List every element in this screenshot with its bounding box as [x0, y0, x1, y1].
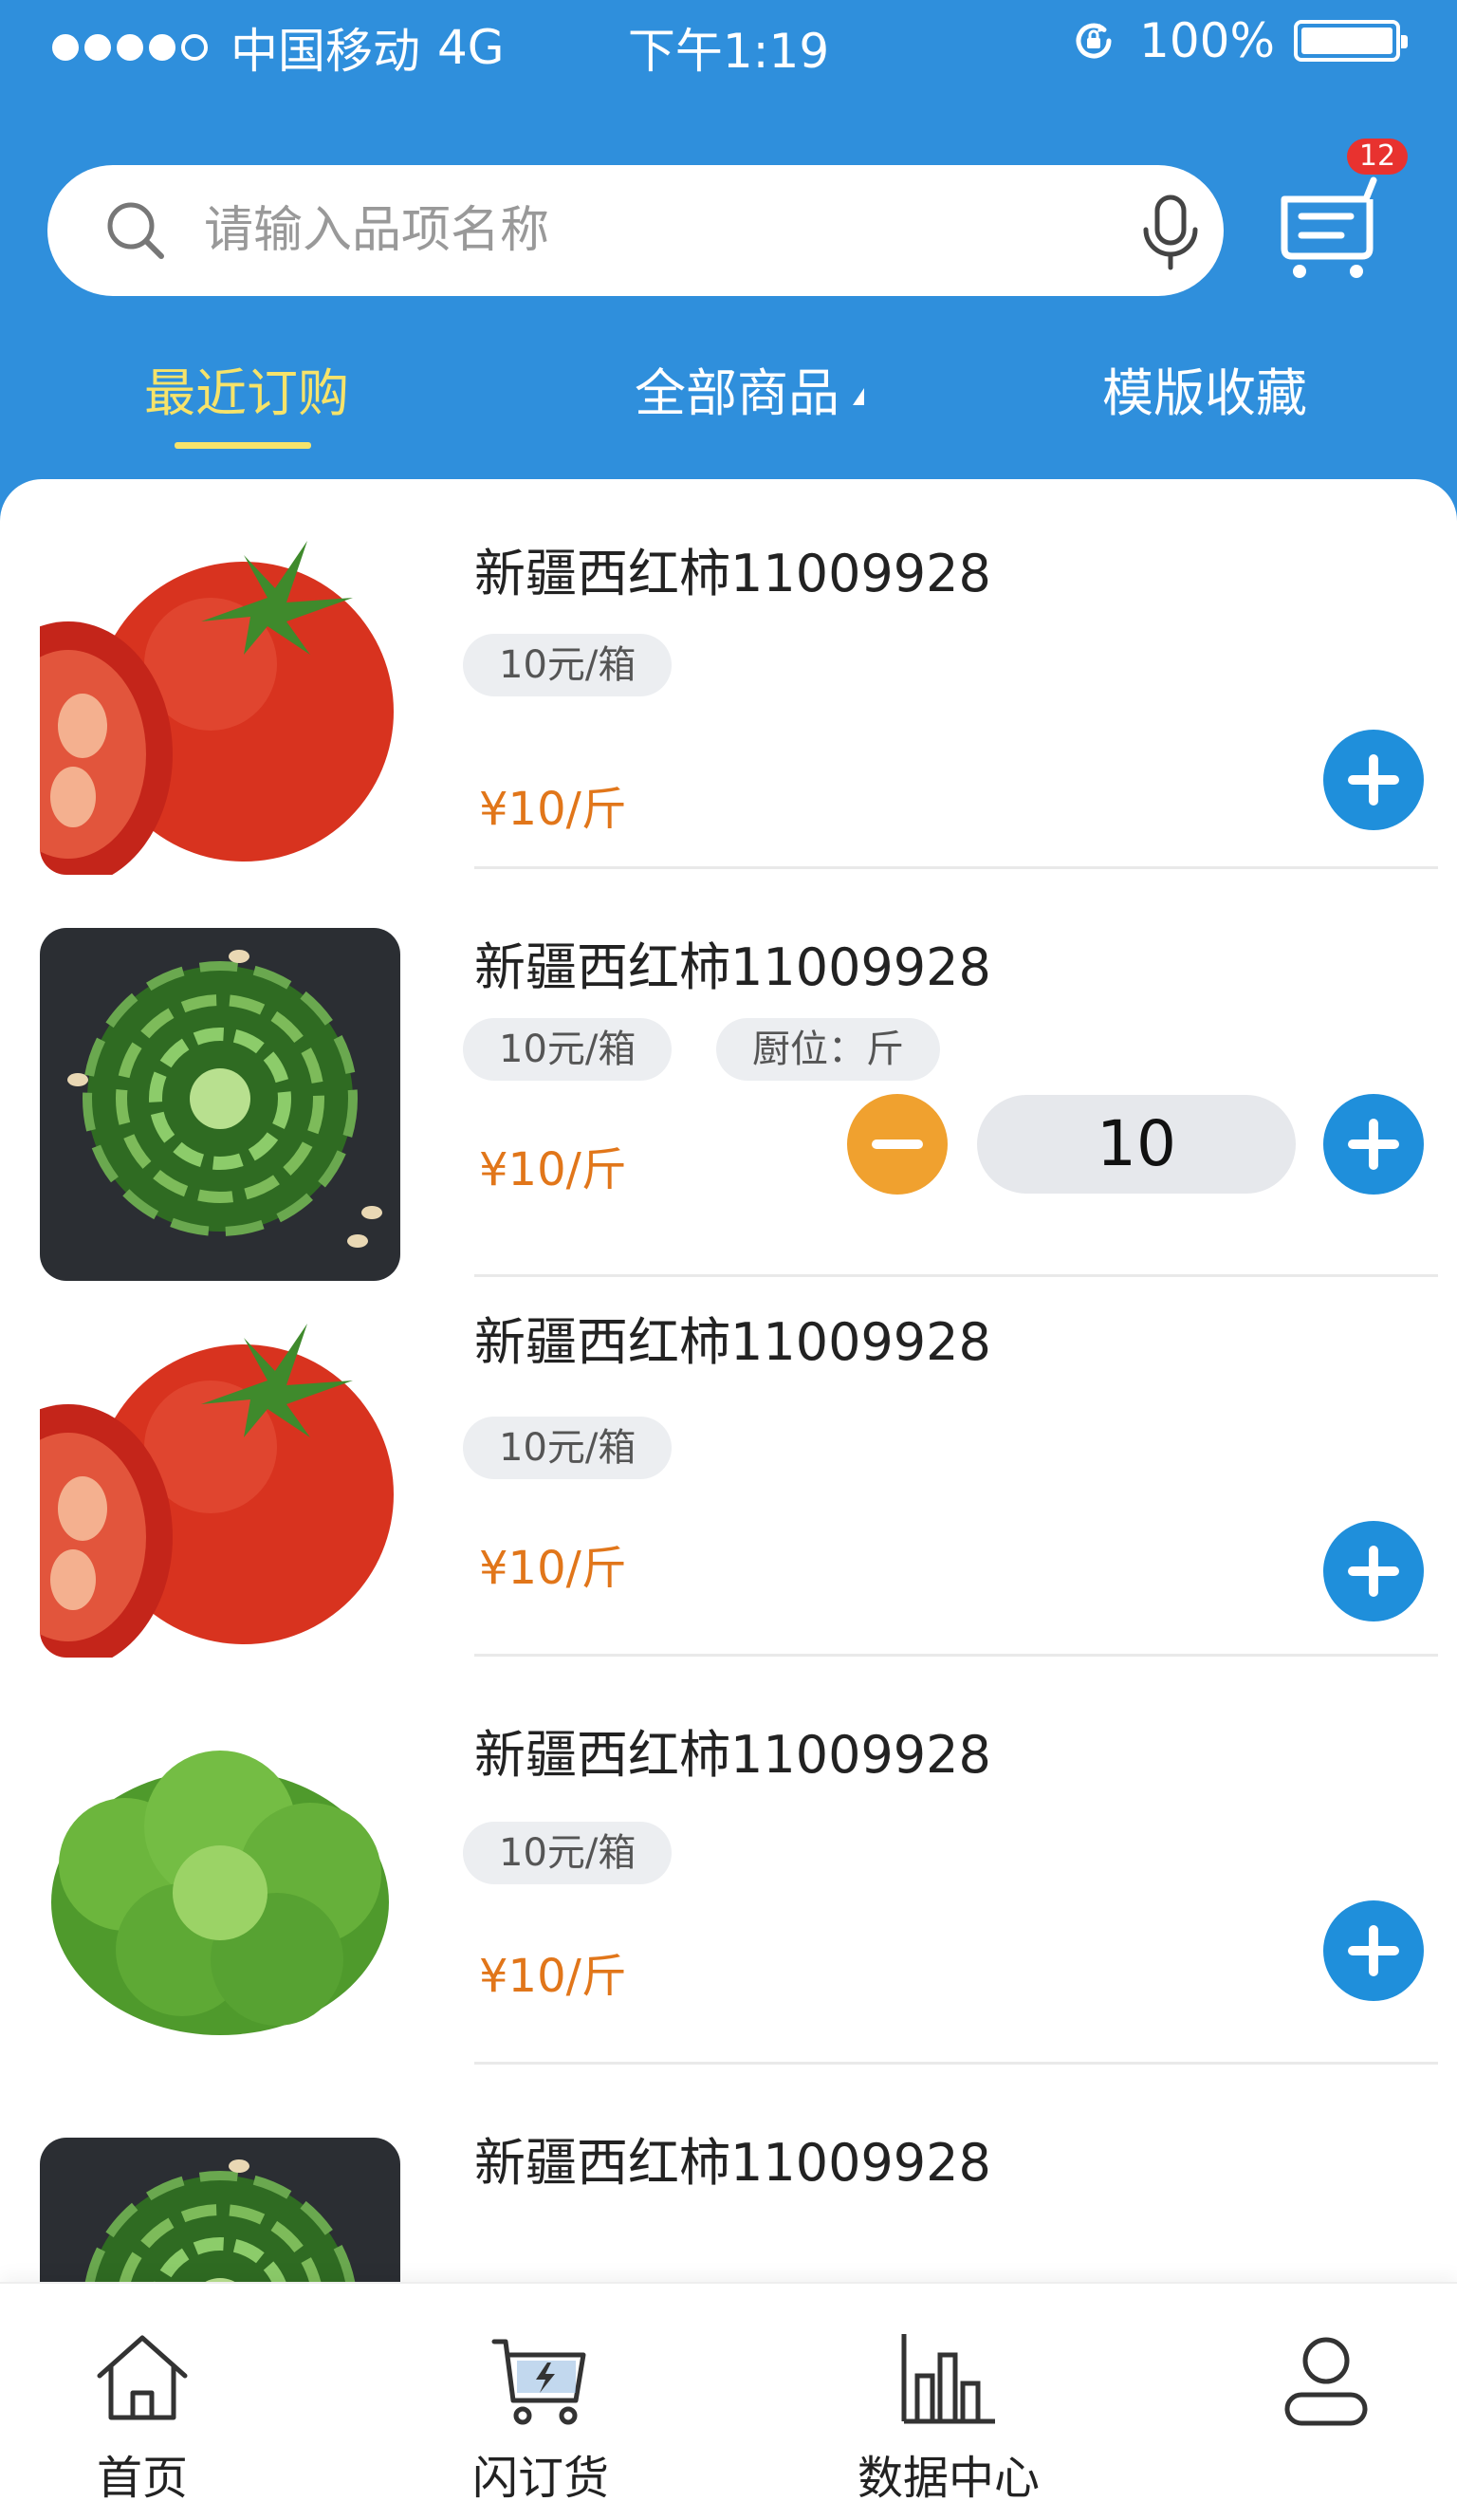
tomato-image	[40, 522, 400, 875]
product-tag: 10元/箱	[463, 1018, 673, 1081]
nav-home[interactable]: 首页	[19, 2326, 266, 2507]
tab-label: 全部商品	[635, 363, 839, 423]
bar-chart-icon	[901, 2334, 995, 2424]
nav-profile[interactable]	[1203, 2326, 1449, 2440]
product-image-tomato	[40, 522, 400, 875]
rose-vegetable-image	[40, 2138, 400, 2282]
product-price: ¥10/斤	[479, 1542, 627, 1595]
search-icon	[107, 202, 164, 259]
product-tag: 㕑位：斤	[716, 1018, 940, 1081]
rose-vegetable-image	[40, 928, 400, 1281]
rotation-lock-icon	[1076, 23, 1112, 59]
dropdown-arrow-icon	[853, 388, 864, 406]
list-item[interactable]: 新疆西红柿11009928	[0, 2121, 1457, 2282]
product-tag: 10元/箱	[463, 1822, 673, 1884]
product-image-lettuce	[40, 1713, 400, 2066]
add-button[interactable]	[1323, 1900, 1424, 2001]
product-name: 新疆西红柿11009928	[474, 1725, 991, 1785]
header: 中国移动 4G 下午1:19 100% 请输入品项名称 12 最近订购 全部商品…	[0, 0, 1457, 531]
product-price: ¥10/斤	[479, 1950, 627, 2003]
home-icon	[97, 2335, 188, 2420]
divider	[474, 866, 1438, 869]
tab-all-products[interactable]: 全部商品	[607, 351, 892, 426]
search-bar	[47, 165, 1224, 296]
product-name: 新疆西红柿11009928	[474, 544, 991, 603]
decrease-button[interactable]	[847, 1094, 948, 1195]
cart-badge: 12	[1347, 139, 1408, 175]
battery-level	[1301, 28, 1392, 54]
tab-template-favorites[interactable]: 模版收藏	[1081, 351, 1328, 426]
nav-label: 首页	[96, 2452, 188, 2505]
nav-flash-order[interactable]: 闪订货	[417, 2326, 664, 2507]
tab-recent-orders[interactable]: 最近订购	[128, 351, 365, 426]
add-button[interactable]	[1323, 1521, 1424, 1621]
product-list: 新疆西红柿11009928 10元/箱 ¥10/斤 新疆西红柿11009928 …	[0, 479, 1457, 2282]
status-right: 100%	[1067, 13, 1408, 68]
cart-list-icon[interactable]	[1271, 161, 1394, 285]
divider	[474, 1654, 1438, 1657]
nav-label: 数据中心	[857, 2452, 1040, 2505]
microphone-icon[interactable]	[1129, 190, 1212, 273]
quantity-stepper[interactable]: 10	[977, 1095, 1296, 1194]
product-image-rose-vegetable	[40, 928, 400, 1281]
user-icon	[1284, 2337, 1368, 2426]
product-name: 新疆西红柿11009928	[474, 1312, 991, 1372]
active-tab-indicator	[175, 442, 311, 449]
add-button[interactable]	[1323, 1094, 1424, 1195]
nav-data-center[interactable]: 数据中心	[825, 2326, 1072, 2507]
product-name: 新疆西红柿11009928	[474, 2133, 991, 2193]
category-tabs: 最近订购 全部商品 模版收藏	[0, 342, 1457, 465]
list-item[interactable]: 新疆西红柿11009928 10元/箱 㕑位：斤 ¥10/斤 10	[0, 897, 1457, 1305]
search-input[interactable]	[204, 188, 1058, 273]
list-item[interactable]: 新疆西红柿11009928 10元/箱 ¥10/斤	[0, 479, 1457, 897]
battery-icon	[1294, 20, 1408, 62]
status-bar: 中国移动 4G 下午1:19 100%	[0, 0, 1457, 87]
add-button[interactable]	[1323, 730, 1424, 830]
flash-cart-icon	[491, 2339, 586, 2425]
product-tag: 10元/箱	[463, 634, 673, 696]
divider	[474, 1274, 1438, 1277]
lettuce-image	[40, 1713, 400, 2066]
product-name: 新疆西红柿11009928	[474, 937, 991, 997]
tab-label: 最近订购	[144, 363, 349, 423]
nav-label: 闪订货	[471, 2452, 609, 2505]
product-image-tomato	[40, 1305, 400, 1658]
list-item[interactable]: 新疆西红柿11009928 10元/箱 ¥10/斤	[0, 1713, 1457, 2121]
tab-label: 模版收藏	[1102, 363, 1307, 423]
bottom-nav: 首页 闪订货 数据中心	[0, 2282, 1457, 2520]
divider	[474, 2062, 1438, 2065]
product-tag: 10元/箱	[463, 1417, 673, 1479]
list-item[interactable]: 新疆西红柿11009928 10元/箱 ¥10/斤	[0, 1305, 1457, 1713]
product-price: ¥10/斤	[479, 783, 627, 836]
product-image-rose-vegetable	[40, 2138, 400, 2282]
tomato-image	[40, 1305, 400, 1658]
battery-percentage: 100%	[1139, 13, 1275, 68]
product-price: ¥10/斤	[479, 1143, 627, 1196]
